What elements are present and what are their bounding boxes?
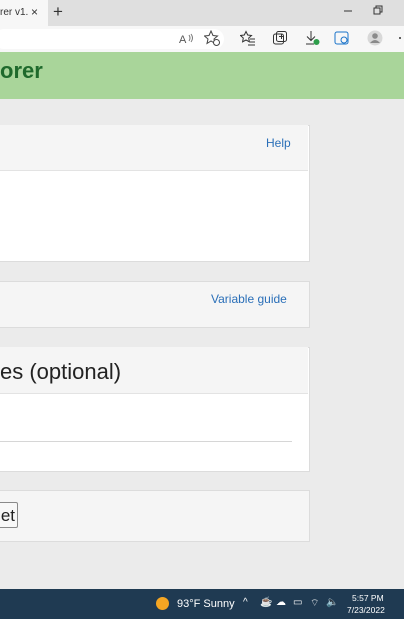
collections-icon[interactable] (272, 30, 288, 46)
tab-close-icon[interactable]: × (31, 5, 38, 19)
help-link[interactable]: Help (266, 136, 291, 150)
svg-text:A: A (179, 34, 187, 46)
tab-title[interactable]: rer v1. (0, 7, 28, 18)
variable-guide-link[interactable]: Variable guide (211, 292, 287, 306)
network-icon[interactable]: ⌔ (310, 597, 319, 610)
weather-text[interactable]: 93°F Sunny (177, 598, 235, 610)
tray-overflow-icon[interactable]: ^ (243, 597, 248, 608)
actions-panel (0, 490, 310, 542)
edge-sidebar-icon[interactable] (334, 30, 350, 46)
clock-date[interactable]: 7/23/2022 (347, 605, 385, 615)
profile-icon[interactable] (367, 30, 383, 46)
page-title: orer (0, 58, 43, 83)
more-menu-icon[interactable] (396, 30, 404, 46)
downloads-icon[interactable] (304, 30, 320, 46)
read-aloud-icon[interactable]: A (178, 30, 194, 46)
new-tab-button[interactable]: + (53, 2, 63, 22)
reset-button[interactable]: et (0, 502, 18, 528)
divider (0, 441, 292, 442)
onedrive-icon[interactable]: ☁ (276, 597, 286, 608)
clock-time[interactable]: 5:57 PM (352, 593, 384, 603)
weather-sun-icon[interactable] (156, 597, 169, 610)
info-panel-header (0, 125, 308, 171)
favorites-icon[interactable] (240, 30, 256, 46)
app-header-banner (0, 52, 404, 99)
optional-panel-title: es (optional) (0, 359, 122, 384)
volume-icon[interactable]: 🔈 (326, 597, 338, 608)
restore-icon[interactable] (373, 5, 383, 15)
battery-icon[interactable]: ▭ (293, 597, 302, 608)
minimize-icon[interactable] (343, 5, 353, 15)
tray-app-icon[interactable]: ☕ (260, 597, 272, 608)
add-favorite-icon[interactable] (204, 30, 220, 46)
